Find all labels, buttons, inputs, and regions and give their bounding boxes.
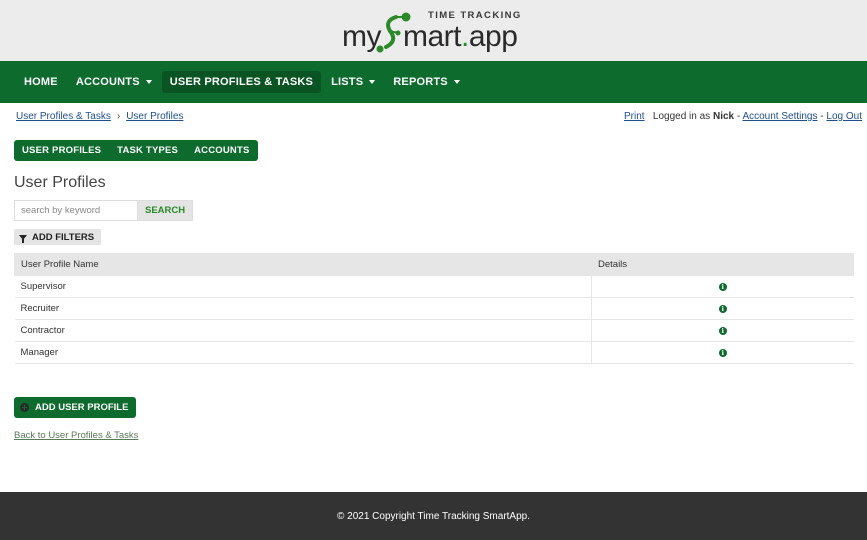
logo-suffix: app	[468, 20, 518, 53]
user-profiles-table: User Profile Name Details Supervisor i Rec…	[14, 253, 854, 364]
breadcrumb-separator: ›	[116, 111, 121, 122]
back-link[interactable]: Back to User Profiles & Tasks	[14, 430, 138, 441]
profile-name-cell: Contractor	[14, 319, 592, 342]
breadcrumb-user-profiles[interactable]: User Profiles	[126, 111, 183, 122]
nav-item-accounts[interactable]: ACCOUNTS	[68, 71, 160, 93]
logo[interactable]: TIME TRACKING my mart.app	[340, 8, 530, 54]
username: Nick	[712, 111, 735, 122]
details-cell: i	[591, 297, 854, 320]
print-link[interactable]: Print	[624, 111, 645, 122]
profile-name-cell: Manager	[14, 341, 592, 364]
userbar-dash: -	[736, 111, 741, 122]
details-cell: i	[591, 341, 854, 364]
profile-name-cell: Supervisor	[14, 275, 592, 298]
add-user-profile-label: ADD USER PROFILE	[35, 402, 129, 413]
account-settings-link[interactable]: Account Settings	[742, 111, 817, 122]
page-title: User Profiles	[14, 174, 106, 191]
table-row[interactable]: Manager i	[14, 341, 854, 364]
info-icon[interactable]: i	[718, 349, 727, 357]
info-icon[interactable]: i	[718, 283, 727, 291]
tab-accounts[interactable]: ACCOUNTS	[194, 145, 249, 156]
nav-item-user-profiles-tasks[interactable]: USER PROFILES & TASKS	[161, 71, 322, 93]
table-row[interactable]: Recruiter i	[14, 297, 854, 320]
add-filters-label: ADD FILTERS	[32, 231, 95, 243]
logo-mid: mart	[403, 20, 462, 53]
caret-down-icon	[369, 80, 376, 84]
copyright-text: © 2021 Copyright Time Tracking SmartApp.	[336, 510, 530, 522]
details-cell: i	[591, 319, 854, 342]
table-header-row: User Profile Name Details	[14, 253, 854, 276]
logo-prefix: my	[342, 20, 382, 53]
caret-down-icon	[453, 80, 460, 84]
nav-item-label: ACCOUNTS	[75, 76, 140, 88]
add-user-profile-button[interactable]: ADD USER PROFILE	[14, 397, 137, 418]
table-row[interactable]: Supervisor i	[14, 275, 854, 298]
logged-in-label: Logged in as	[652, 111, 711, 122]
search-input[interactable]	[14, 200, 138, 221]
add-filters-button[interactable]: ADD FILTERS	[14, 229, 102, 245]
main-nav: HOME ACCOUNTS USER PROFILES & TASKS LISTS RE…	[0, 61, 867, 103]
logo-wordmark: my mart.app	[342, 20, 518, 54]
nav-item-home[interactable]: HOME	[16, 71, 66, 93]
info-icon[interactable]: i	[718, 305, 727, 313]
nav-item-label: REPORTS	[393, 76, 448, 88]
breadcrumb-user-profiles-tasks[interactable]: User Profiles & Tasks	[16, 111, 111, 122]
nav-item-reports[interactable]: REPORTS	[385, 71, 468, 93]
filter-icon	[19, 234, 27, 243]
search-button[interactable]: SEARCH	[138, 200, 194, 221]
breadcrumb: User Profiles & Tasks › User Profiles	[16, 111, 183, 122]
column-header-name[interactable]: User Profile Name	[14, 253, 592, 276]
nav-item-label: LISTS	[331, 76, 364, 88]
caret-down-icon	[145, 80, 152, 84]
info-icon[interactable]: i	[718, 327, 727, 335]
details-cell: i	[591, 275, 854, 298]
tab-task-types[interactable]: TASK TYPES	[117, 145, 178, 156]
nav-item-label: USER PROFILES & TASKS	[169, 76, 314, 88]
subbar: User Profiles & Tasks › User Profiles Prin…	[0, 103, 867, 127]
user-bar: Print Logged in as Nick - Account Settin…	[624, 111, 862, 122]
site-header: TIME TRACKING my mart.app	[0, 0, 867, 61]
userbar-dash: -	[820, 111, 824, 122]
nav-item-label: HOME	[24, 76, 58, 88]
nav-item-lists[interactable]: LISTS	[323, 71, 383, 93]
footer: © 2021 Copyright Time Tracking SmartApp.	[0, 492, 867, 540]
plus-circle-icon	[20, 403, 29, 412]
table-row[interactable]: Contractor i	[14, 319, 854, 342]
tab-user-profiles[interactable]: USER PROFILES	[22, 145, 101, 156]
search-bar: SEARCH	[14, 200, 194, 221]
subtabs: USER PROFILES TASK TYPES ACCOUNTS	[14, 140, 258, 161]
logout-link[interactable]: Log Out	[826, 111, 862, 122]
column-header-details: Details	[591, 253, 854, 276]
logo-dot: .	[461, 20, 469, 53]
profile-name-cell: Recruiter	[14, 297, 592, 320]
